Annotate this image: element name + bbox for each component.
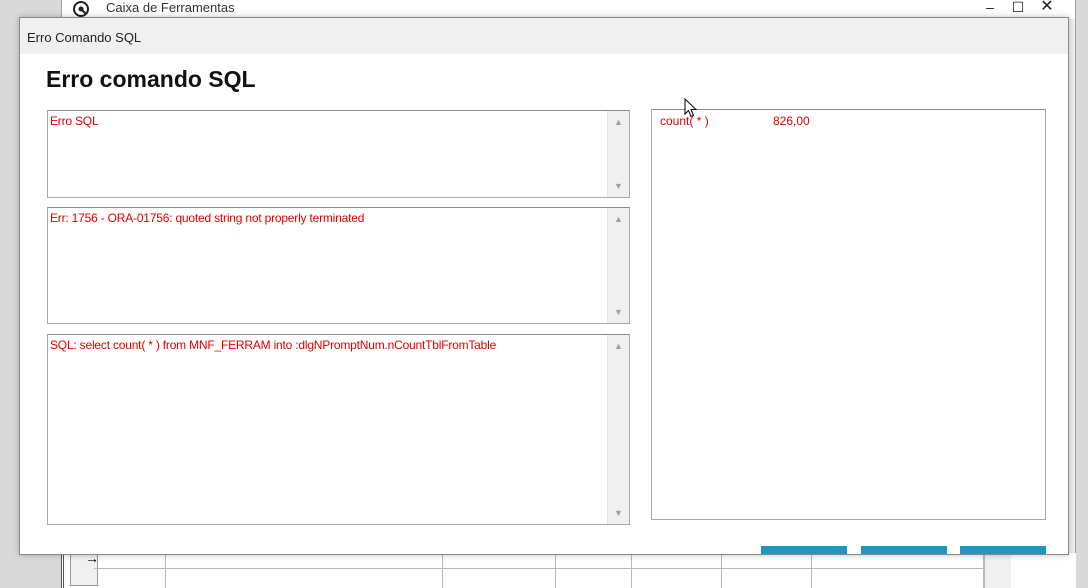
grid-cell[interactable] [812, 553, 984, 588]
grid-vertical-scrollbar[interactable]: ⌄ [984, 553, 1011, 588]
dialog-button-3[interactable] [960, 546, 1046, 554]
vertical-scrollbar[interactable]: ▲ ▼ [607, 208, 629, 323]
vertical-scrollbar[interactable]: ▲ ▼ [607, 111, 629, 197]
grid-cell[interactable] [98, 553, 166, 588]
background-window-title: Caixa de Ferramentas [106, 0, 235, 15]
error-title-box[interactable]: Erro SQL ▲ ▼ [47, 110, 630, 198]
grid-cell[interactable] [722, 553, 812, 588]
sql-statement-text: SQL: select count( * ) from MNF_FERRAM i… [50, 338, 497, 352]
toolbox-app-icon [73, 1, 89, 17]
scroll-down-icon[interactable]: ▼ [608, 307, 629, 317]
screen: Caixa de Ferramentas – ☐ ✕ → ⌄ Erro Coma… [0, 0, 1088, 588]
mouse-cursor-icon [684, 98, 698, 118]
maximize-button[interactable]: ☐ [1008, 0, 1028, 15]
grid-cell[interactable] [556, 553, 632, 588]
vertical-scrollbar[interactable]: ▲ ▼ [607, 335, 629, 524]
grid-cell[interactable] [443, 553, 556, 588]
minimize-button[interactable]: – [980, 0, 1000, 15]
error-title-text: Erro SQL [50, 114, 99, 128]
sql-statement-box[interactable]: SQL: select count( * ) from MNF_FERRAM i… [47, 334, 630, 525]
error-detail-text: Err: 1756 - ORA-01756: quoted string not… [50, 211, 365, 225]
dialog-button-1[interactable] [761, 546, 847, 554]
dialog-button-2[interactable] [861, 546, 947, 554]
scroll-up-icon[interactable]: ▲ [608, 214, 629, 224]
scroll-down-icon[interactable]: ▼ [608, 181, 629, 191]
close-button[interactable]: ✕ [1037, 0, 1057, 15]
result-value: 826,00 [773, 114, 810, 128]
dialog-titlebar[interactable]: Erro Comando SQL [20, 18, 1068, 54]
scroll-up-icon[interactable]: ▲ [608, 341, 629, 351]
grid-row-header[interactable]: → [70, 550, 99, 586]
scroll-up-icon[interactable]: ▲ [608, 117, 629, 127]
query-result-panel[interactable]: count( * ) 826,00 [651, 109, 1046, 520]
grid-cell[interactable] [166, 553, 443, 588]
scroll-down-icon[interactable]: ▼ [608, 508, 629, 518]
dialog-heading: Erro comando SQL [46, 66, 256, 92]
background-data-grid[interactable]: → ⌄ [61, 550, 1076, 588]
sql-error-dialog: Erro Comando SQL Erro comando SQL Erro S… [19, 17, 1069, 555]
dialog-window-title: Erro Comando SQL [27, 30, 142, 45]
grid-cell[interactable] [632, 553, 722, 588]
error-detail-box[interactable]: Err: 1756 - ORA-01756: quoted string not… [47, 207, 630, 324]
